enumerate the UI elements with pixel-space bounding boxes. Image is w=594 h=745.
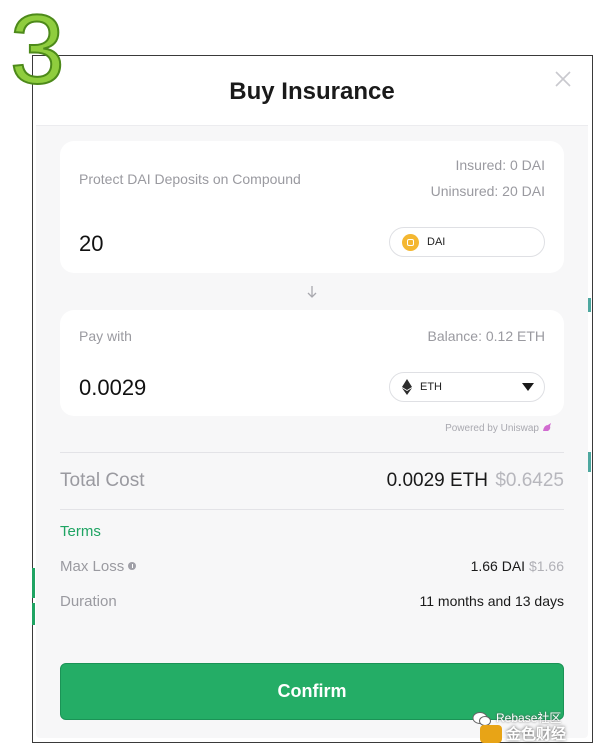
- divider: [60, 452, 564, 453]
- divider: [60, 509, 564, 510]
- modal-header: Buy Insurance: [36, 58, 588, 126]
- info-icon[interactable]: [128, 562, 137, 570]
- dai-token-icon: [402, 233, 419, 251]
- eth-balance: Balance: 0.12 ETH: [427, 328, 545, 344]
- total-cost-label: Total Cost: [60, 470, 145, 491]
- chevron-down-icon: [522, 383, 534, 391]
- left-accent-bar: [32, 603, 35, 625]
- right-accent-bar: [588, 452, 591, 472]
- eth-token-label: ETH: [420, 381, 442, 393]
- uninsured-amount: Uninsured: 20 DAI: [430, 183, 545, 199]
- buy-insurance-modal: Buy Insurance Protect DAI Deposits on Co…: [36, 58, 588, 738]
- pay-amount-value: 0.0029: [79, 375, 147, 400]
- jinse-logo-icon: [480, 725, 502, 743]
- protect-card: Protect DAI Deposits on Compound Insured…: [60, 141, 564, 273]
- arrow-down-icon: [307, 286, 317, 298]
- duration-value: 11 months and 13 days: [419, 593, 564, 609]
- eth-token-icon: [402, 379, 412, 395]
- right-accent-bar: [588, 298, 591, 312]
- max-loss-label: Max Loss: [60, 558, 137, 575]
- total-cost-usd: $0.6425: [495, 470, 564, 491]
- eth-token-dropdown[interactable]: ETH: [389, 372, 545, 402]
- unicorn-icon: [543, 423, 551, 431]
- duration-label: Duration: [60, 593, 117, 610]
- watermark: Rebase社区 金色财经: [468, 705, 590, 745]
- protect-amount-input[interactable]: 20: [79, 231, 103, 257]
- pay-with-label: Pay with: [79, 328, 132, 344]
- dai-token-selector[interactable]: DAI: [389, 227, 545, 257]
- powered-by-uniswap[interactable]: Powered by Uniswap: [336, 423, 552, 434]
- terms-heading: Terms: [60, 523, 101, 540]
- total-cost-eth: 0.0029 ETH: [386, 470, 488, 491]
- insured-amount: Insured: 0 DAI: [455, 157, 546, 173]
- close-icon[interactable]: [554, 70, 572, 88]
- dai-token-label: DAI: [427, 236, 446, 248]
- left-accent-bar: [32, 568, 35, 598]
- step-number: 3: [9, 0, 65, 104]
- modal-title: Buy Insurance: [229, 78, 395, 105]
- max-loss-value: 1.66 DAI $1.66: [471, 558, 564, 574]
- watermark-line2: 金色财经: [506, 726, 567, 743]
- max-loss-text: Max Loss: [60, 558, 125, 575]
- protect-label: Protect DAI Deposits on Compound: [79, 171, 301, 187]
- max-loss-usd: $1.66: [528, 558, 564, 574]
- screenshot-root: 3 Buy Insurance Protect DAI Deposits on …: [0, 0, 594, 745]
- powered-by-text: Powered by Uniswap: [445, 423, 539, 434]
- max-loss-dai: 1.66 DAI: [470, 558, 526, 574]
- pay-with-card: Pay with Balance: 0.12 ETH 0.0029 ETH: [60, 310, 564, 416]
